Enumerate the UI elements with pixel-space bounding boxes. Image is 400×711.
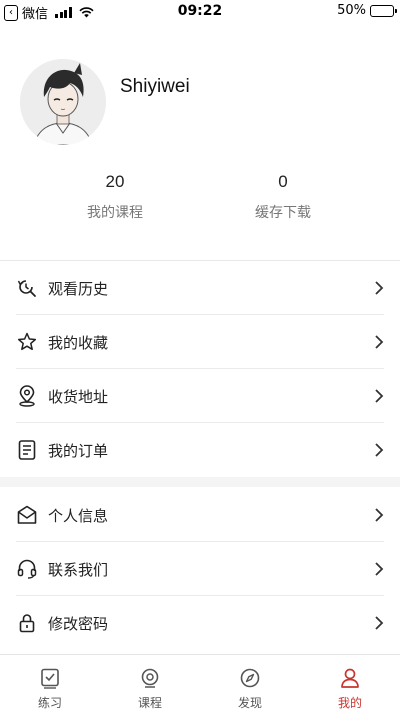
order-list-icon xyxy=(18,440,36,460)
compass-icon xyxy=(240,668,260,688)
menu-item-favorites[interactable]: 我的收藏 xyxy=(0,315,400,369)
menu-label: 我的订单 xyxy=(48,442,109,460)
menu-item-personal-info[interactable]: 个人信息 xyxy=(0,488,400,542)
star-icon xyxy=(17,332,37,351)
menu-label: 个人信息 xyxy=(48,507,109,525)
tab-practice[interactable]: 练习 xyxy=(0,655,100,711)
chevron-right-icon xyxy=(375,562,384,576)
envelope-icon xyxy=(17,505,37,524)
stat-value: 0 xyxy=(278,172,288,191)
chevron-right-icon xyxy=(375,389,384,403)
menu-item-my-orders[interactable]: 我的订单 xyxy=(0,423,400,477)
section-gap xyxy=(0,477,400,487)
chevron-right-icon xyxy=(375,335,384,349)
menu-label: 联系我们 xyxy=(48,561,109,579)
tab-label: 练习 xyxy=(37,696,62,710)
menu-label: 我的收藏 xyxy=(48,334,109,352)
menu-label: 修改密码 xyxy=(48,615,109,633)
menu-item-shipping-address[interactable]: 收货地址 xyxy=(0,369,400,423)
video-icon xyxy=(141,668,159,688)
headset-icon xyxy=(17,559,37,579)
stats-row: 20 我的课程 0 缓存下载 xyxy=(0,172,400,232)
menu-label: 观看历史 xyxy=(48,280,109,298)
history-icon xyxy=(17,280,36,297)
menu-item-watch-history[interactable]: 观看历史 xyxy=(0,261,400,315)
tab-label: 我的 xyxy=(337,696,362,710)
location-pin-icon xyxy=(19,385,35,407)
avatar-illustration xyxy=(20,59,106,145)
menu-item-contact-us[interactable]: 联系我们 xyxy=(0,542,400,596)
avatar[interactable] xyxy=(20,59,106,145)
status-bar: ‹ 微信 09:22 50% xyxy=(0,0,400,24)
chevron-right-icon xyxy=(375,443,384,457)
chevron-right-icon xyxy=(375,616,384,630)
status-right: 50% xyxy=(337,3,397,18)
chevron-right-icon xyxy=(375,508,384,522)
tab-label: 发现 xyxy=(237,696,262,710)
lock-icon xyxy=(19,614,35,633)
stat-my-courses[interactable]: 20 我的课程 xyxy=(55,172,175,222)
stat-label: 我的课程 xyxy=(87,205,143,221)
person-icon xyxy=(341,668,359,688)
tab-discover[interactable]: 发现 xyxy=(200,655,300,711)
battery-icon xyxy=(370,4,397,17)
menu-label: 收货地址 xyxy=(48,388,109,406)
stat-value: 20 xyxy=(105,172,125,191)
menu-item-change-password[interactable]: 修改密码 xyxy=(0,596,400,650)
bottom-tab-bar: 练习 课程 发现 我的 xyxy=(0,654,400,711)
checkbox-icon xyxy=(41,668,59,689)
stat-cache-downloads[interactable]: 0 缓存下载 xyxy=(223,172,343,222)
chevron-right-icon xyxy=(375,281,384,295)
stat-label: 缓存下载 xyxy=(255,205,311,221)
tab-courses[interactable]: 课程 xyxy=(100,655,200,711)
username[interactable]: Shiyiwei xyxy=(120,76,190,98)
tab-label: 课程 xyxy=(137,696,162,710)
tab-mine[interactable]: 我的 xyxy=(300,655,400,711)
battery-percent: 50% xyxy=(337,3,366,18)
